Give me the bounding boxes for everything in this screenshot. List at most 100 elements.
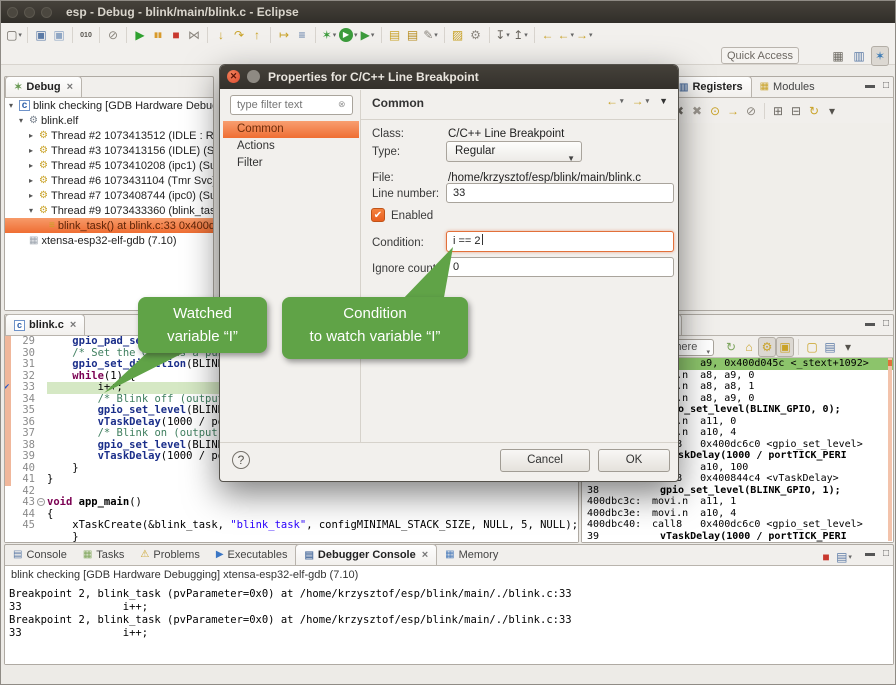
back-icon[interactable]: ←▾ — [557, 25, 576, 45]
expander-icon[interactable]: ▸ — [29, 176, 39, 185]
pin-view-icon[interactable]: ▤ — [821, 337, 839, 357]
tab-tasks[interactable]: ▦Tasks — [75, 544, 133, 565]
collapse-all-icon[interactable]: ⊟ — [787, 101, 805, 121]
open-element-icon[interactable]: ▤ — [386, 25, 404, 45]
previous-annotation-icon[interactable]: ↥▾ — [512, 25, 530, 45]
step-into-icon[interactable]: ↓ — [212, 25, 230, 45]
chevron-down-icon[interactable]: ▾ — [646, 97, 650, 105]
open-type-icon[interactable]: ▤ — [404, 25, 422, 45]
editor-gutter[interactable]: 31 — [5, 359, 47, 371]
tab-blink-c[interactable]: c blink.c × — [5, 314, 85, 335]
expander-icon[interactable]: ▸ — [29, 161, 39, 170]
step-over-icon[interactable]: ↷ — [230, 25, 248, 45]
view-menu-icon[interactable]: ▼ — [659, 96, 668, 106]
editor-gutter[interactable]: 35 — [5, 405, 47, 417]
debug-tree-item[interactable]: ▸⚙Thread #6 1073431104 (Tmr Svc) (S — [5, 173, 213, 188]
editor-gutter[interactable]: 29 — [5, 336, 47, 348]
suspend-icon[interactable]: ▮▮ — [149, 25, 167, 45]
tab-debug[interactable]: ✶ Debug × — [5, 76, 82, 97]
minimize-icon[interactable]: ▬ — [865, 80, 875, 91]
tab-executables[interactable]: ▶Executables — [208, 544, 296, 565]
editor-gutter[interactable]: ✔33 — [5, 382, 47, 394]
window-close-button[interactable] — [7, 7, 18, 18]
console-output[interactable]: Breakpoint 2, blink_task (pvParameter=0x… — [9, 588, 891, 664]
display-selected-console-icon[interactable]: ▤▾ — [835, 547, 853, 567]
next-annotation-icon[interactable]: ↧▾ — [494, 25, 512, 45]
expand-all-icon[interactable]: ⊞ — [769, 101, 787, 121]
remove-all-breakpoints-icon[interactable]: ✖ — [688, 101, 706, 121]
save-icon[interactable]: ▣ — [32, 25, 50, 45]
debug-tree-item[interactable]: ▸⚙Thread #3 1073413156 (IDLE) (Susp — [5, 143, 213, 158]
expander-icon[interactable]: ▾ — [19, 116, 29, 125]
chevron-down-icon[interactable]: ▾ — [620, 97, 624, 105]
debug-tree-item[interactable]: ▦xtensa-esp32-elf-gdb (7.10) — [5, 233, 213, 248]
maximize-icon[interactable]: □ — [883, 80, 889, 91]
expander-icon[interactable]: ▸ — [29, 146, 39, 155]
link-with-debug-icon[interactable]: ↻ — [805, 101, 823, 121]
expander-icon[interactable]: ▸ — [29, 131, 39, 140]
ignore-count-field[interactable]: 0 — [446, 257, 674, 277]
expander-icon[interactable]: ▸ — [29, 191, 39, 200]
open-new-view-icon[interactable]: ▢ — [803, 337, 821, 357]
track-expression-icon[interactable]: ▣ — [776, 337, 794, 357]
skip-all-breakpoints-icon[interactable]: ⊘ — [104, 25, 122, 45]
nav-item-common[interactable]: Common — [223, 121, 359, 138]
go-to-file-for-breakpoint-icon[interactable]: → — [724, 101, 742, 121]
minimize-icon[interactable]: ▬ — [865, 318, 875, 329]
debug-tree-item[interactable]: ▾⚙Thread #9 1073433360 (blink_task : — [5, 203, 213, 218]
tab-console[interactable]: ▤Console — [5, 544, 75, 565]
breakpoint-icon[interactable]: ✔ — [5, 382, 9, 394]
line-number-field[interactable]: 33 — [446, 183, 674, 203]
editor-gutter[interactable]: 39 — [5, 451, 47, 463]
debug-tree-item[interactable]: ▾⚙blink.elf — [5, 113, 213, 128]
home-icon[interactable]: ⌂ — [740, 337, 758, 357]
use-step-filters-icon[interactable]: ≡ — [293, 25, 311, 45]
external-tools-icon[interactable]: ▶▾ — [359, 25, 377, 45]
filter-input[interactable] — [230, 95, 353, 115]
tab-problems[interactable]: ⚠Problems — [132, 544, 207, 565]
nav-item-actions[interactable]: Actions — [223, 138, 359, 155]
tab-modules[interactable]: ▦Modules — [752, 76, 823, 97]
forward-icon[interactable]: →▾ — [575, 25, 594, 45]
view-menu-icon[interactable]: ▾ — [823, 101, 841, 121]
help-button[interactable]: ? — [232, 451, 250, 469]
debug-tree-item[interactable]: ▸⚙Thread #7 1073408744 (ipc0) (Susp — [5, 188, 213, 203]
back-icon[interactable]: ← — [606, 94, 618, 108]
clear-filter-icon[interactable]: ⊗ — [338, 99, 346, 110]
window-minimize-button[interactable] — [24, 7, 35, 18]
editor-gutter[interactable] — [5, 532, 47, 543]
cpp-perspective-button[interactable]: ▥ — [850, 46, 868, 66]
run-icon[interactable]: ▶▾ — [338, 25, 359, 45]
show-source-icon[interactable]: ⚙ — [758, 337, 776, 357]
maximize-icon[interactable]: □ — [883, 318, 889, 329]
dialog-close-button[interactable]: ✕ — [227, 70, 240, 83]
skip-all-breakpoints-icon[interactable]: ⊘ — [742, 101, 760, 121]
dialog-minimize-button[interactable] — [247, 70, 260, 83]
expander-icon[interactable]: ▾ — [9, 101, 19, 110]
debug-perspective-button[interactable]: ✶ — [871, 46, 889, 66]
debug-icon[interactable]: ✶▾ — [320, 25, 338, 45]
ok-button[interactable]: OK — [598, 449, 670, 472]
last-edit-location-icon[interactable]: ← — [539, 25, 557, 45]
tab-debugger-console[interactable]: ▤Debugger Console× — [295, 544, 437, 565]
view-menu-icon[interactable]: ▾ — [839, 337, 857, 357]
maximize-icon[interactable]: □ — [883, 548, 889, 559]
nav-item-filter[interactable]: Filter — [223, 155, 359, 172]
debug-tree-item[interactable]: ▸⚙Thread #2 1073413512 (IDLE : Runn — [5, 128, 213, 143]
debug-tree-item[interactable]: ▾cblink checking [GDB Hardware Debug — [5, 98, 213, 113]
minimize-icon[interactable]: ▬ — [865, 548, 875, 559]
build-all-icon[interactable]: ⚙ — [467, 25, 485, 45]
expander-icon[interactable]: ▾ — [29, 206, 39, 215]
terminate-console-icon[interactable]: ■ — [817, 547, 835, 567]
save-all-icon[interactable]: ▣ — [50, 25, 68, 45]
window-maximize-button[interactable] — [41, 7, 52, 18]
cancel-button[interactable]: Cancel — [500, 449, 590, 472]
close-icon[interactable]: × — [422, 549, 428, 561]
disconnect-icon[interactable]: ⋈ — [185, 25, 203, 45]
close-icon[interactable]: × — [67, 81, 73, 93]
tab-registers[interactable]: ▥Registers — [670, 76, 752, 97]
show-supported-breakpoints-icon[interactable]: ⊙ — [706, 101, 724, 121]
resume-icon[interactable]: ▶ — [131, 25, 149, 45]
step-return-icon[interactable]: ↑ — [248, 25, 266, 45]
fold-marker-icon[interactable]: − — [37, 498, 45, 506]
